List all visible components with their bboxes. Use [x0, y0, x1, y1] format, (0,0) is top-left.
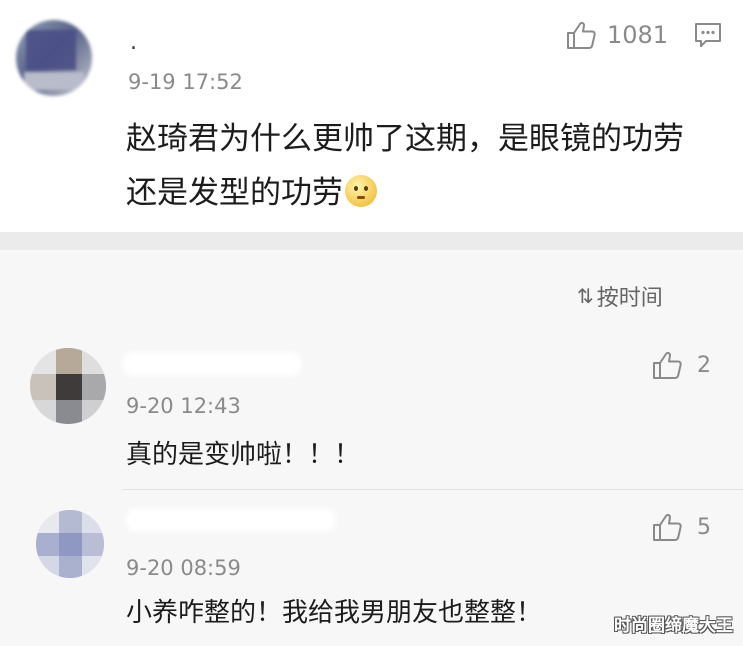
thinking-face-emoji	[345, 175, 377, 207]
reply-text: 真的是变帅啦！！！	[126, 440, 361, 470]
sort-by-time-button[interactable]: ⇅ 按时间	[577, 280, 663, 312]
like-button[interactable]: 1081	[565, 20, 668, 50]
avatar[interactable]	[36, 510, 104, 578]
watermark: 时尚圈缔魔大王	[614, 616, 733, 636]
comment-icon[interactable]	[693, 21, 723, 53]
thumbs-up-icon	[567, 21, 596, 49]
thumbs-up-icon	[653, 351, 682, 379]
section-divider	[0, 232, 743, 250]
comment-text: 赵琦君为什么更帅了这期，是眼镜的功劳还是发型的功劳	[126, 112, 706, 220]
replies-section: ⇅ 按时间 9-20 12:43 2 真的是变帅啦！！！ 9-20 08:59 …	[0, 250, 743, 646]
reply-timestamp: 9-20 08:59	[126, 556, 241, 580]
like-button[interactable]: 2	[651, 350, 711, 380]
sort-label: 按时间	[596, 286, 663, 311]
username[interactable]: .	[130, 30, 137, 55]
reply-item: 9-20 12:43 2 真的是变帅啦！！！	[0, 338, 743, 492]
avatar[interactable]	[30, 348, 106, 424]
like-button[interactable]: 5	[651, 512, 711, 542]
sort-icon: ⇅	[577, 284, 594, 308]
like-count: 5	[697, 514, 711, 540]
username-blurred[interactable]	[122, 352, 302, 376]
reply-text: 小养咋整的！我给我男朋友也整整！	[126, 598, 543, 628]
reply-timestamp: 9-20 12:43	[126, 394, 241, 418]
comment-timestamp: 9-19 17:52	[128, 70, 243, 94]
like-count: 2	[697, 352, 711, 378]
avatar[interactable]	[16, 20, 92, 96]
thumbs-up-icon	[653, 513, 682, 541]
main-comment: . 9-19 17:52 1081 赵琦君为什么更帅了这期，是眼镜的功劳还是发型…	[0, 0, 743, 232]
username-blurred[interactable]	[126, 508, 336, 532]
comment-text-body: 赵琦君为什么更帅了这期，是眼镜的功劳还是发型的功劳	[126, 121, 684, 211]
like-count: 1081	[607, 21, 669, 49]
